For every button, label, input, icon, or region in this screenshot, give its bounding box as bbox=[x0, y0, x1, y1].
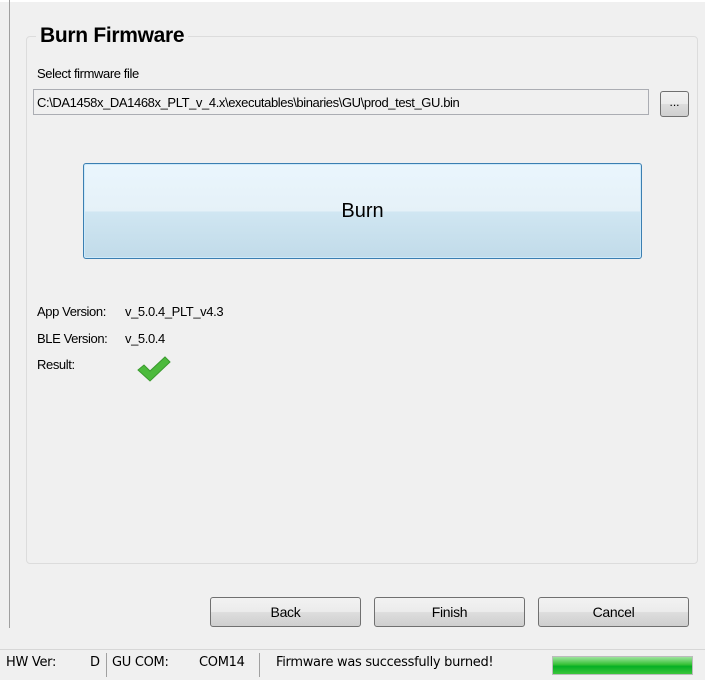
app-version-label: App Version: bbox=[37, 304, 106, 319]
result-label: Result: bbox=[37, 357, 75, 372]
status-separator bbox=[259, 653, 260, 677]
gu-com-value: COM14 bbox=[199, 655, 245, 670]
hw-version-label: HW Ver: bbox=[6, 655, 57, 670]
back-button[interactable]: Back bbox=[210, 597, 361, 627]
status-separator bbox=[106, 653, 107, 677]
finish-button[interactable]: Finish bbox=[374, 597, 525, 627]
firmware-path-field[interactable] bbox=[33, 89, 649, 115]
select-firmware-label: Select firmware file bbox=[37, 66, 139, 81]
browse-button[interactable]: ... bbox=[660, 91, 689, 117]
window-left-edge bbox=[9, 0, 10, 628]
app-version-value: v_5.0.4_PLT_v4.3 bbox=[125, 304, 224, 319]
status-message: Firmware was successfully burned! bbox=[276, 655, 494, 670]
checkmark-icon bbox=[137, 356, 171, 382]
progress-fill bbox=[553, 657, 692, 674]
cancel-button[interactable]: Cancel bbox=[538, 597, 689, 627]
progress-bar bbox=[552, 656, 693, 675]
ble-version-value: v_5.0.4 bbox=[125, 331, 165, 346]
gu-com-label: GU COM: bbox=[112, 655, 169, 670]
burn-button[interactable]: Burn bbox=[83, 163, 642, 259]
section-title: Burn Firmware bbox=[36, 24, 189, 48]
status-bar: HW Ver: D GU COM: COM14 Firmware was suc… bbox=[0, 649, 705, 680]
burn-firmware-groupbox bbox=[26, 36, 698, 564]
ble-version-label: BLE Version: bbox=[37, 331, 108, 346]
hw-version-value: D bbox=[90, 655, 100, 670]
window-top-edge bbox=[0, 0, 705, 2]
